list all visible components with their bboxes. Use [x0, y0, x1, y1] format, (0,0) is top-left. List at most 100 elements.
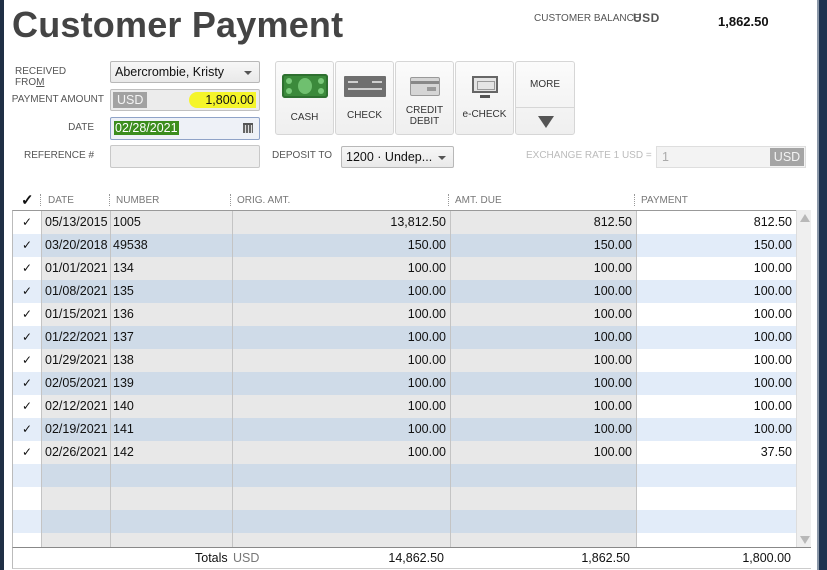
column-separator[interactable]	[634, 194, 635, 206]
column-separator[interactable]	[109, 194, 110, 206]
column-header-payment[interactable]: PAYMENT	[641, 195, 688, 206]
chevron-down-icon[interactable]	[244, 71, 252, 75]
reference-label: REFERENCE #	[23, 150, 94, 161]
table-row[interactable]: ✓ 02/05/2021 139 100.00 100.00 100.00	[13, 372, 796, 395]
reference-input[interactable]	[110, 145, 260, 168]
cell-orig-amt	[232, 533, 450, 547]
column-header-number[interactable]: NUMBER	[116, 195, 159, 206]
row-checkmark-icon[interactable]: ✓	[13, 234, 41, 257]
table-row[interactable]: ✓ 05/13/2015 1005 13,812.50 812.50 812.50	[13, 211, 796, 234]
cell-amt-due: 100.00	[450, 349, 636, 372]
row-checkmark-icon[interactable]: ✓	[13, 418, 41, 441]
cell-payment[interactable]	[636, 510, 796, 533]
table-row[interactable]: ✓ 01/15/2021 136 100.00 100.00 100.00	[13, 303, 796, 326]
cell-date: 05/13/2015	[41, 211, 110, 234]
select-all-checkmark-icon[interactable]: ✓	[21, 191, 34, 209]
e-check-label: e-CHECK	[462, 109, 507, 120]
column-separator[interactable]	[40, 194, 41, 206]
cell-number: 135	[110, 280, 232, 303]
exchange-rate-input[interactable]: 1 USD	[656, 146, 806, 168]
cell-date	[41, 510, 110, 533]
row-checkmark-icon[interactable]	[13, 510, 41, 533]
cell-orig-amt: 100.00	[232, 326, 450, 349]
table-row[interactable]: ✓ 02/26/2021 142 100.00 100.00 37.50	[13, 441, 796, 464]
cell-payment[interactable]: 100.00	[636, 372, 796, 395]
cell-orig-amt: 100.00	[232, 441, 450, 464]
table-row[interactable]: ✓ 02/12/2021 140 100.00 100.00 100.00	[13, 395, 796, 418]
totals-currency: USD	[233, 551, 260, 565]
cell-payment[interactable]: 100.00	[636, 257, 796, 280]
cell-payment[interactable]: 100.00	[636, 395, 796, 418]
cell-payment[interactable]: 100.00	[636, 326, 796, 349]
deposit-to-value: 1200 · Undep...	[346, 150, 433, 164]
cell-date: 01/15/2021	[41, 303, 110, 326]
cell-payment[interactable]: 100.00	[636, 303, 796, 326]
triangle-down-icon[interactable]	[538, 116, 554, 128]
cell-payment[interactable]	[636, 533, 796, 547]
table-row[interactable]: ✓ 03/20/2018 49538 150.00 150.00 150.00	[13, 234, 796, 257]
row-checkmark-icon[interactable]: ✓	[13, 349, 41, 372]
cell-payment[interactable]	[636, 464, 796, 487]
row-checkmark-icon[interactable]: ✓	[13, 395, 41, 418]
table-row[interactable]	[13, 487, 796, 510]
row-checkmark-icon[interactable]: ✓	[13, 257, 41, 280]
cell-payment[interactable]: 100.00	[636, 280, 796, 303]
calendar-icon[interactable]	[243, 123, 253, 133]
deposit-to-combo[interactable]: 1200 · Undep...	[341, 146, 454, 168]
cell-payment[interactable]: 100.00	[636, 418, 796, 441]
table-row[interactable]	[13, 533, 796, 547]
cell-payment[interactable]: 37.50	[636, 441, 796, 464]
more-label[interactable]: MORE	[516, 62, 574, 108]
column-separator[interactable]	[230, 194, 231, 206]
table-row[interactable]: ✓ 01/08/2021 135 100.00 100.00 100.00	[13, 280, 796, 303]
cell-orig-amt	[232, 464, 450, 487]
check-button[interactable]: CHECK	[335, 61, 394, 135]
scroll-up-arrow-icon[interactable]	[800, 214, 810, 222]
row-checkmark-icon[interactable]: ✓	[13, 211, 41, 234]
cell-payment[interactable]: 150.00	[636, 234, 796, 257]
cell-orig-amt: 100.00	[232, 418, 450, 441]
row-checkmark-icon[interactable]: ✓	[13, 372, 41, 395]
chevron-down-icon[interactable]	[438, 156, 446, 160]
received-from-combo[interactable]: Abercrombie, Kristy	[110, 61, 260, 83]
cell-date: 02/05/2021	[41, 372, 110, 395]
cell-payment[interactable]: 100.00	[636, 349, 796, 372]
column-separator[interactable]	[448, 194, 449, 206]
cell-amt-due: 150.00	[450, 234, 636, 257]
table-row[interactable]: ✓ 01/01/2021 134 100.00 100.00 100.00	[13, 257, 796, 280]
column-header-amt-due[interactable]: AMT. DUE	[455, 195, 502, 206]
scroll-down-arrow-icon[interactable]	[800, 536, 810, 544]
date-input[interactable]: 02/28/2021	[110, 117, 260, 140]
table-row[interactable]	[13, 510, 796, 533]
row-checkmark-icon[interactable]: ✓	[13, 280, 41, 303]
table-row[interactable]: ✓ 02/19/2021 141 100.00 100.00 100.00	[13, 418, 796, 441]
payment-amount-value: 1,800.00	[189, 92, 256, 108]
cell-number: 1005	[110, 211, 232, 234]
cell-payment[interactable]	[636, 487, 796, 510]
cell-amt-due: 100.00	[450, 303, 636, 326]
table-row[interactable]: ✓ 01/29/2021 138 100.00 100.00 100.00	[13, 349, 796, 372]
payment-amount-label: PAYMENT AMOUNT	[11, 94, 104, 105]
column-header-date[interactable]: DATE	[48, 195, 74, 206]
payment-amount-input[interactable]: USD 1,800.00	[110, 89, 260, 111]
cash-button[interactable]: CASH	[275, 61, 334, 135]
e-check-button[interactable]: e-CHECK	[455, 61, 514, 135]
cell-date: 02/19/2021	[41, 418, 110, 441]
cell-number: 137	[110, 326, 232, 349]
more-button[interactable]: MORE	[515, 61, 575, 135]
cell-date: 02/12/2021	[41, 395, 110, 418]
row-checkmark-icon[interactable]: ✓	[13, 303, 41, 326]
row-checkmark-icon[interactable]: ✓	[13, 326, 41, 349]
cell-payment[interactable]: 812.50	[636, 211, 796, 234]
row-checkmark-icon[interactable]	[13, 464, 41, 487]
credit-debit-button[interactable]: CREDIT DEBIT	[395, 61, 454, 135]
row-checkmark-icon[interactable]: ✓	[13, 441, 41, 464]
table-row[interactable]: ✓ 01/22/2021 137 100.00 100.00 100.00	[13, 326, 796, 349]
row-checkmark-icon[interactable]	[13, 487, 41, 510]
table-scrollbar[interactable]	[796, 210, 811, 547]
cell-date	[41, 533, 110, 547]
row-checkmark-icon[interactable]	[13, 533, 41, 547]
cell-amt-due	[450, 487, 636, 510]
table-row[interactable]	[13, 464, 796, 487]
column-header-orig-amt[interactable]: ORIG. AMT.	[237, 195, 290, 206]
